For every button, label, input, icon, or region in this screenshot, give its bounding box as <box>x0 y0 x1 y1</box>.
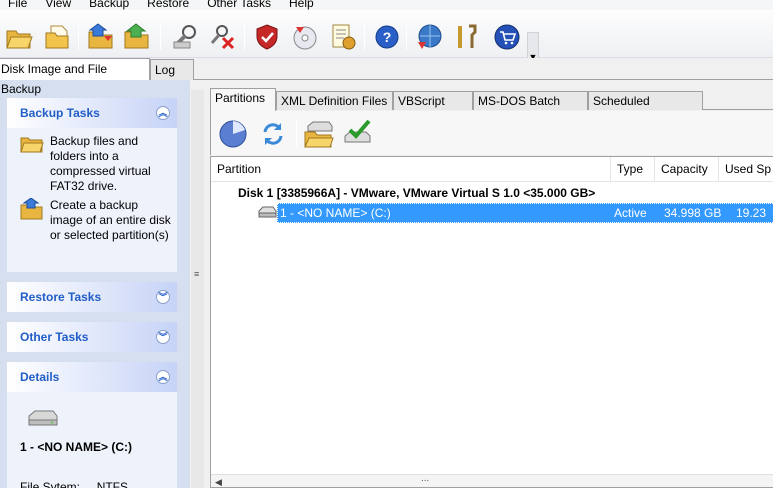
other-tasks-title: Other Tasks <box>20 330 89 344</box>
remove-icon[interactable] <box>208 22 238 52</box>
hard-drive-icon <box>26 408 60 430</box>
column-type[interactable]: Type <box>611 157 655 182</box>
tab-disk-image[interactable]: Disk Image and File Backup <box>0 58 150 96</box>
menu-backup[interactable]: Backup <box>80 0 138 10</box>
open-folder-icon[interactable] <box>4 22 34 52</box>
column-partition[interactable]: Partition <box>211 157 611 182</box>
horizontal-scrollbar[interactable]: ◀ ... <box>211 473 773 487</box>
partition-toolbar <box>210 111 773 155</box>
web-update-icon[interactable] <box>414 22 444 52</box>
backup-image-icon <box>20 197 50 243</box>
menu-help[interactable]: Help <box>280 0 323 10</box>
menu-bar: File View Backup Restore Other Tasks Hel… <box>0 0 773 10</box>
tab-partitions[interactable]: Partitions <box>210 88 276 111</box>
disk-usage-icon[interactable] <box>217 118 249 150</box>
tab-vbscript-files[interactable]: VBScript Files <box>393 91 473 126</box>
refresh-icon[interactable] <box>257 118 289 150</box>
toolbar-separator <box>406 24 407 50</box>
toolbar-separator <box>78 24 79 50</box>
partition-name-cell: 1 - <NO NAME> (C:) <box>280 206 391 220</box>
toolbar-separator <box>296 121 297 147</box>
partition-type-cell: Active <box>614 206 647 220</box>
column-capacity[interactable]: Capacity <box>655 157 719 182</box>
task-backup-files-label[interactable]: Backup files and folders into a compress… <box>50 134 173 194</box>
document-icon[interactable] <box>42 22 72 52</box>
restore-tasks-header[interactable]: Restore Tasks ︾ <box>7 282 177 312</box>
tab-ms-dos-batch-files[interactable]: MS-DOS Batch Files <box>473 91 588 126</box>
table-header: Partition Type Capacity Used Sp <box>211 157 773 182</box>
details-panel: Details ︽ 1 - <NO NAME> (C:) File Sytem:… <box>7 362 177 488</box>
tab-scheduled-backups[interactable]: Scheduled Backups <box>588 91 703 126</box>
backup-files-icon[interactable] <box>86 22 116 52</box>
check-drive-icon[interactable] <box>341 118 373 150</box>
tools-icon[interactable] <box>452 22 482 52</box>
right-panel: Partitions XML Definition Files VBScript… <box>206 80 773 488</box>
file-system-value: NTFS <box>96 480 129 488</box>
table-row[interactable]: 1 - <NO NAME> (C:) Active 34.998 GB 19.2… <box>277 203 773 223</box>
partition-table: Partition Type Capacity Used Sp Disk 1 [… <box>210 156 773 488</box>
restore-tasks-title: Restore Tasks <box>20 290 102 304</box>
scroll-left-icon[interactable]: ◀ <box>215 477 222 487</box>
tab-log[interactable]: Log <box>150 59 194 80</box>
task-pane: Backup Tasks ︽ Backup files and folders … <box>0 80 190 488</box>
toolbar-separator <box>244 24 245 50</box>
toolbar: ? ▼ <box>0 10 773 66</box>
menu-view[interactable]: View <box>36 0 80 10</box>
sub-tab-bar: Partitions XML Definition Files VBScript… <box>210 88 773 126</box>
pane-splitter[interactable]: ≡ <box>190 80 206 488</box>
other-tasks-header[interactable]: Other Tasks ︾ <box>7 322 177 352</box>
collapse-chevron-icon[interactable]: ︽ <box>156 370 170 384</box>
folder-icon <box>20 134 50 194</box>
file-system-label: File Sytem: <box>20 480 81 488</box>
details-title: Details <box>20 370 60 384</box>
menu-other-tasks[interactable]: Other Tasks <box>198 0 280 10</box>
column-used-space[interactable]: Used Sp <box>719 157 773 182</box>
expand-chevron-icon[interactable]: ︾ <box>156 290 170 304</box>
shield-icon[interactable] <box>252 22 282 52</box>
restore-disc-icon[interactable] <box>290 22 320 52</box>
details-header[interactable]: Details ︽ <box>7 362 177 392</box>
svg-text:?: ? <box>383 29 392 45</box>
backup-image-icon[interactable] <box>122 22 152 52</box>
open-drive-folder-icon[interactable] <box>303 118 335 150</box>
partition-capacity-cell: 34.998 GB <box>664 206 722 220</box>
task-backup-files[interactable]: Backup files and folders into a compress… <box>20 134 173 194</box>
backup-tasks-header[interactable]: Backup Tasks ︽ <box>7 98 177 128</box>
task-pane-scrollbar[interactable] <box>191 90 204 488</box>
toolbar-separator <box>364 24 365 50</box>
partition-used-cell: 19.23 <box>736 206 767 220</box>
disk-group-row[interactable]: Disk 1 [3385966A] - VMware, VMware Virtu… <box>211 183 773 203</box>
backup-tasks-panel: Backup Tasks ︽ Backup files and folders … <box>7 98 177 272</box>
help-icon[interactable]: ? <box>372 22 402 52</box>
menu-restore[interactable]: Restore <box>138 0 198 10</box>
main-tab-bar: Disk Image and File Backup Log <box>0 58 773 96</box>
partition-drive-icon <box>257 205 277 219</box>
explore-icon[interactable] <box>170 22 200 52</box>
task-backup-image-label[interactable]: Create a backup image of an entire disk … <box>50 198 173 243</box>
splitter-grip-icon[interactable]: ≡ <box>194 270 199 279</box>
expand-chevron-icon[interactable]: ︾ <box>156 330 170 344</box>
restore-tasks-panel: Restore Tasks ︾ <box>7 282 177 312</box>
details-file-system: File Sytem: NTFS <box>20 480 173 488</box>
cart-icon[interactable] <box>492 22 522 52</box>
details-partition-name: 1 - <NO NAME> (C:) <box>20 440 133 454</box>
task-backup-image[interactable]: Create a backup image of an entire disk … <box>20 197 173 243</box>
tab-xml-definition-files[interactable]: XML Definition Files <box>276 91 393 110</box>
scroll-grip-icon[interactable]: ... <box>421 473 429 484</box>
menu-file[interactable]: File <box>0 0 36 10</box>
backup-tasks-title: Backup Tasks <box>20 106 100 120</box>
toolbar-separator <box>160 24 161 50</box>
script-editor-icon[interactable] <box>328 22 358 52</box>
collapse-chevron-icon[interactable]: ︽ <box>156 106 170 120</box>
other-tasks-panel: Other Tasks ︾ <box>7 322 177 352</box>
